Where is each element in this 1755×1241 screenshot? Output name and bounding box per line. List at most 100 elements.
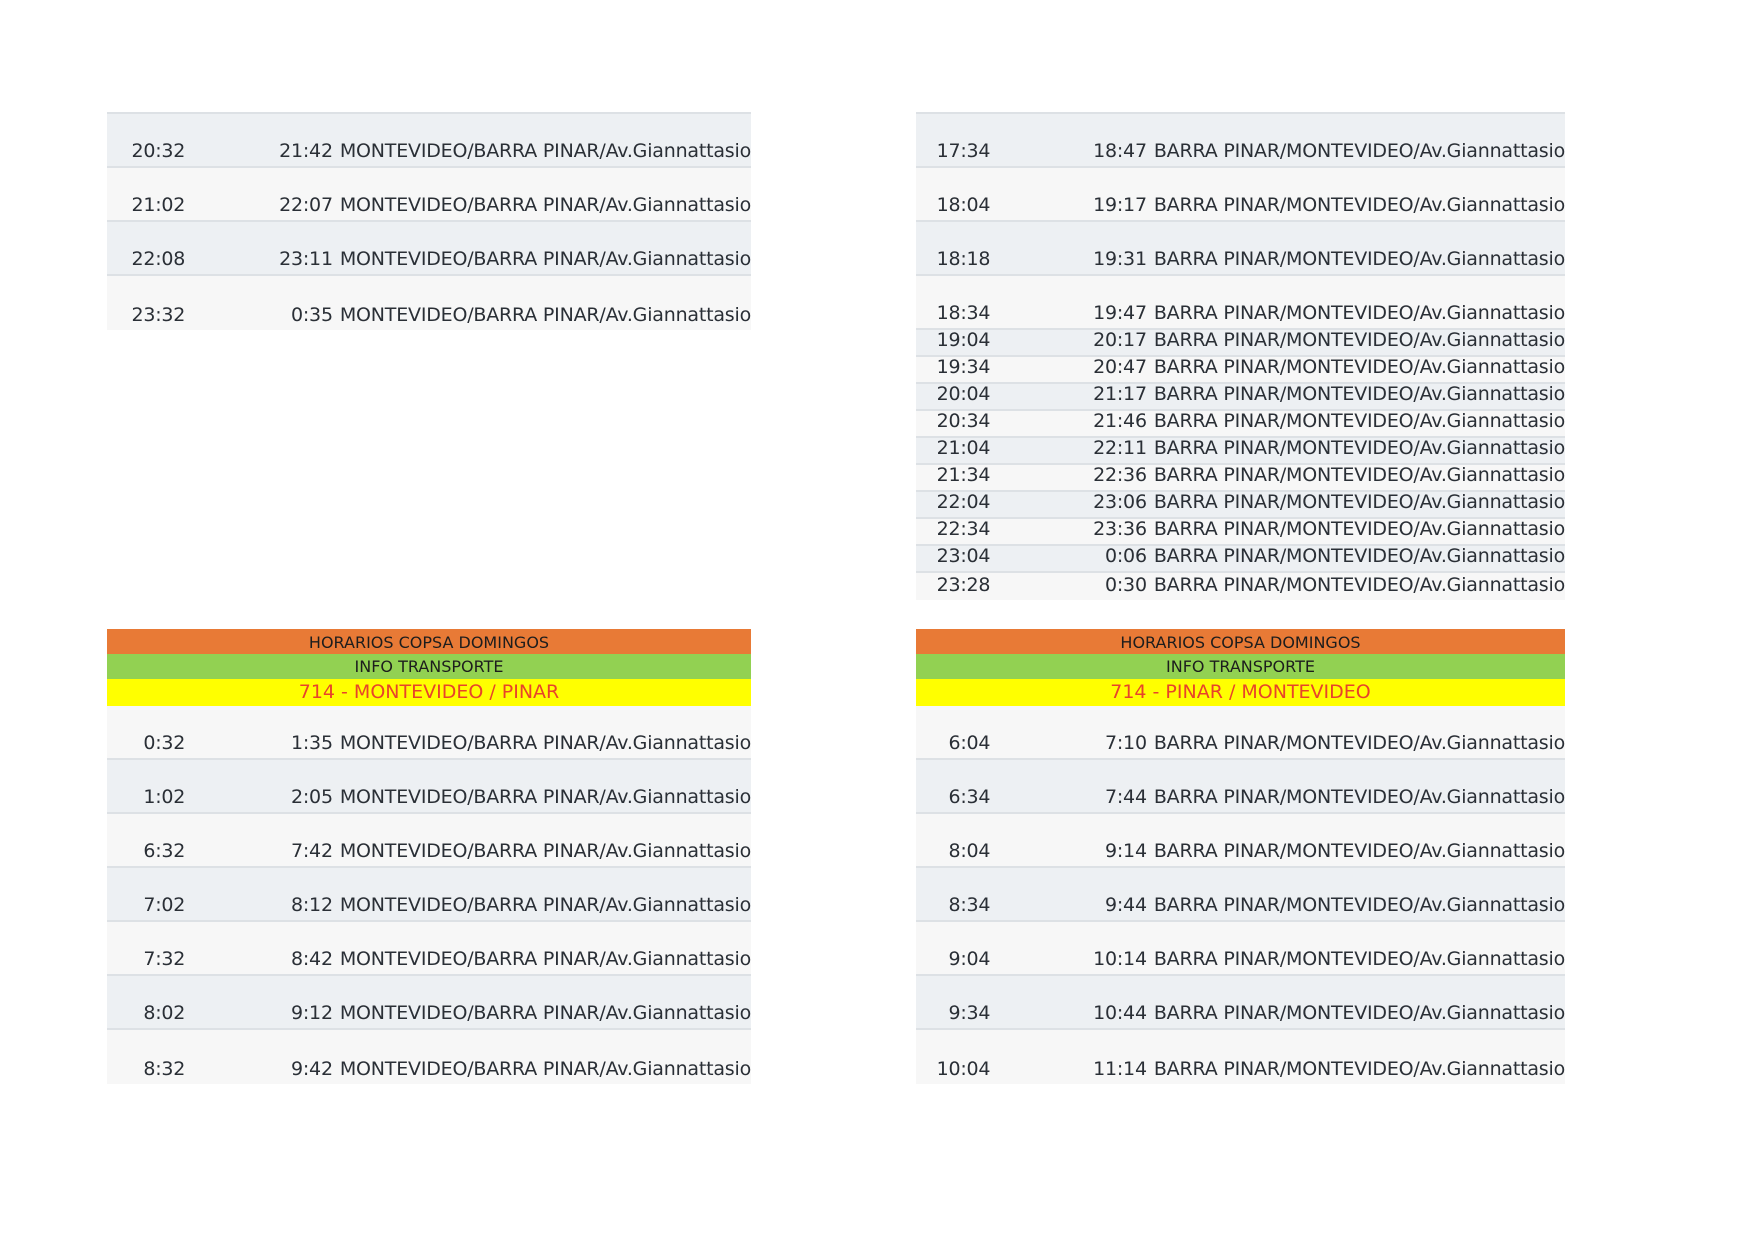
route-description: BARRA PINAR/MONTEVIDEO/Av.Giannattasio: [1153, 574, 1565, 596]
departure-time: 9:04: [948, 948, 991, 970]
table-row: 8:04 9:14 BARRA PINAR/MONTEVIDEO/Av.Gianna…: [916, 814, 1565, 868]
arrival-time: 0:35: [290, 304, 333, 326]
arrival-time: 22:11: [1093, 437, 1147, 459]
route-description: BARRA PINAR/MONTEVIDEO/Av.Giannattasio: [1153, 140, 1565, 162]
arrival-time: 8:12: [290, 894, 333, 916]
arrival-time: 9:14: [1104, 840, 1147, 862]
table-row: 21:34 22:36 BARRA PINAR/MONTEVIDEO/Av.Gian…: [916, 464, 1565, 492]
departure-time: 23:32: [131, 304, 186, 326]
departure-time: 0:32: [143, 732, 186, 754]
arrival-time: 23:36: [1093, 518, 1147, 540]
route-description: BARRA PINAR/MONTEVIDEO/Av.Giannattasio: [1153, 302, 1565, 324]
table-row: 7:32 8:42 MONTEVIDEO/BARRA PINAR/Av.Gianna…: [107, 922, 751, 976]
arrival-time: 7:42: [290, 840, 333, 862]
departure-time: 6:04: [948, 732, 991, 754]
departure-time: 21:04: [936, 437, 991, 459]
arrival-time: 11:14: [1093, 1058, 1147, 1080]
table-row: 18:04 19:17 BARRA PINAR/MONTEVIDEO/Av.Gian…: [916, 168, 1565, 222]
departure-time: 20:32: [131, 140, 186, 162]
arrival-time: 23:06: [1093, 491, 1147, 513]
route-description: BARRA PINAR/MONTEVIDEO/Av.Giannattasio: [1153, 894, 1565, 916]
route-description: BARRA PINAR/MONTEVIDEO/Av.Giannattasio: [1153, 194, 1565, 216]
departure-time: 18:34: [936, 302, 991, 324]
arrival-time: 19:47: [1093, 302, 1147, 324]
schedule-subtitle: INFO TRANSPORTE: [107, 654, 751, 679]
table-row: 23:28 0:30 BARRA PINAR/MONTEVIDEO/Av.Giann…: [916, 573, 1565, 600]
route-description: BARRA PINAR/MONTEVIDEO/Av.Giannattasio: [1153, 1058, 1565, 1080]
schedule-subtitle: INFO TRANSPORTE: [916, 654, 1565, 679]
arrival-time: 22:07: [279, 194, 333, 216]
route-description: BARRA PINAR/MONTEVIDEO/Av.Giannattasio: [1153, 248, 1565, 270]
departure-time: 7:02: [143, 894, 186, 916]
departure-time: 1:02: [143, 786, 186, 808]
arrival-time: 9:44: [1104, 894, 1147, 916]
table-row: 21:04 22:11 BARRA PINAR/MONTEVIDEO/Av.Gian…: [916, 437, 1565, 465]
table-row: 9:04 10:14 BARRA PINAR/MONTEVIDEO/Av.Giann…: [916, 922, 1565, 976]
route-description: BARRA PINAR/MONTEVIDEO/Av.Giannattasio: [1153, 518, 1565, 540]
arrival-time: 0:30: [1104, 574, 1147, 596]
departure-time: 17:34: [936, 140, 991, 162]
route-description: BARRA PINAR/MONTEVIDEO/Av.Giannattasio: [1153, 786, 1565, 808]
rows-container: 0:32 1:35 MONTEVIDEO/BARRA PINAR/Av.Gianna…: [107, 706, 751, 1084]
route-description: MONTEVIDEO/BARRA PINAR/Av.Giannattasio: [339, 732, 751, 754]
arrival-time: 21:42: [279, 140, 333, 162]
table-row: 22:04 23:06 BARRA PINAR/MONTEVIDEO/Av.Gian…: [916, 491, 1565, 519]
departure-time: 21:02: [131, 194, 186, 216]
arrival-time: 18:47: [1093, 140, 1147, 162]
arrival-time: 7:44: [1104, 786, 1147, 808]
table-row: 6:34 7:44 BARRA PINAR/MONTEVIDEO/Av.Gianna…: [916, 760, 1565, 814]
departure-time: 8:02: [143, 1002, 186, 1024]
table-row: 19:34 20:47 BARRA PINAR/MONTEVIDEO/Av.Gian…: [916, 356, 1565, 384]
departure-time: 22:34: [936, 518, 991, 540]
departure-time: 22:04: [936, 491, 991, 513]
table-row: 6:32 7:42 MONTEVIDEO/BARRA PINAR/Av.Gianna…: [107, 814, 751, 868]
departure-time: 8:04: [948, 840, 991, 862]
route-description: BARRA PINAR/MONTEVIDEO/Av.Giannattasio: [1153, 437, 1565, 459]
schedule-title: HORARIOS COPSA DOMINGOS: [916, 629, 1565, 654]
departure-time: 22:08: [131, 248, 186, 270]
route-description: BARRA PINAR/MONTEVIDEO/Av.Giannattasio: [1153, 491, 1565, 513]
arrival-time: 9:42: [290, 1058, 333, 1080]
arrival-time: 19:31: [1093, 248, 1147, 270]
route-description: BARRA PINAR/MONTEVIDEO/Av.Giannattasio: [1153, 840, 1565, 862]
route-description: BARRA PINAR/MONTEVIDEO/Av.Giannattasio: [1153, 383, 1565, 405]
departure-time: 20:04: [936, 383, 991, 405]
route-description: MONTEVIDEO/BARRA PINAR/Av.Giannattasio: [339, 786, 751, 808]
table-row: 18:18 19:31 BARRA PINAR/MONTEVIDEO/Av.Gian…: [916, 222, 1565, 276]
route-description: MONTEVIDEO/BARRA PINAR/Av.Giannattasio: [339, 194, 751, 216]
table-row: 18:34 19:47 BARRA PINAR/MONTEVIDEO/Av.Gian…: [916, 276, 1565, 330]
table-row: 8:32 9:42 MONTEVIDEO/BARRA PINAR/Av.Gianna…: [107, 1030, 751, 1084]
arrival-time: 9:12: [290, 1002, 333, 1024]
schedule-bottom-right: HORARIOS COPSA DOMINGOS INFO TRANSPORTE …: [916, 629, 1565, 1084]
route-description: BARRA PINAR/MONTEVIDEO/Av.Giannattasio: [1153, 356, 1565, 378]
arrival-time: 22:36: [1093, 464, 1147, 486]
route-name: 714 - MONTEVIDEO / PINAR: [107, 679, 751, 706]
route-description: MONTEVIDEO/BARRA PINAR/Av.Giannattasio: [339, 840, 751, 862]
arrival-time: 2:05: [290, 786, 333, 808]
departure-time: 18:18: [936, 248, 991, 270]
table-row: 21:02 22:07 MONTEVIDEO/BARRA PINAR/Av.Gian…: [107, 168, 751, 222]
schedule-title: HORARIOS COPSA DOMINGOS: [107, 629, 751, 654]
route-description: MONTEVIDEO/BARRA PINAR/Av.Giannattasio: [339, 304, 751, 326]
route-description: BARRA PINAR/MONTEVIDEO/Av.Giannattasio: [1153, 545, 1565, 567]
arrival-time: 7:10: [1104, 732, 1147, 754]
arrival-time: 21:46: [1093, 410, 1147, 432]
schedule-top-right: 17:34 18:47 BARRA PINAR/MONTEVIDEO/Av.Gian…: [916, 112, 1565, 600]
route-description: BARRA PINAR/MONTEVIDEO/Av.Giannattasio: [1153, 464, 1565, 486]
table-row: 8:02 9:12 MONTEVIDEO/BARRA PINAR/Av.Gianna…: [107, 976, 751, 1030]
arrival-time: 20:17: [1093, 329, 1147, 351]
schedule-bottom-left: HORARIOS COPSA DOMINGOS INFO TRANSPORTE …: [107, 629, 751, 1084]
route-description: BARRA PINAR/MONTEVIDEO/Av.Giannattasio: [1153, 329, 1565, 351]
table-row: 20:04 21:17 BARRA PINAR/MONTEVIDEO/Av.Gian…: [916, 383, 1565, 411]
route-description: BARRA PINAR/MONTEVIDEO/Av.Giannattasio: [1153, 732, 1565, 754]
table-row: 20:34 21:46 BARRA PINAR/MONTEVIDEO/Av.Gian…: [916, 410, 1565, 438]
departure-time: 23:04: [936, 545, 991, 567]
departure-time: 8:32: [143, 1058, 186, 1080]
table-row: 19:04 20:17 BARRA PINAR/MONTEVIDEO/Av.Gian…: [916, 329, 1565, 357]
departure-time: 6:34: [948, 786, 991, 808]
route-name: 714 - PINAR / MONTEVIDEO: [916, 679, 1565, 706]
departure-time: 7:32: [143, 948, 186, 970]
arrival-time: 10:44: [1093, 1002, 1147, 1024]
table-row: 8:34 9:44 BARRA PINAR/MONTEVIDEO/Av.Gianna…: [916, 868, 1565, 922]
arrival-time: 20:47: [1093, 356, 1147, 378]
